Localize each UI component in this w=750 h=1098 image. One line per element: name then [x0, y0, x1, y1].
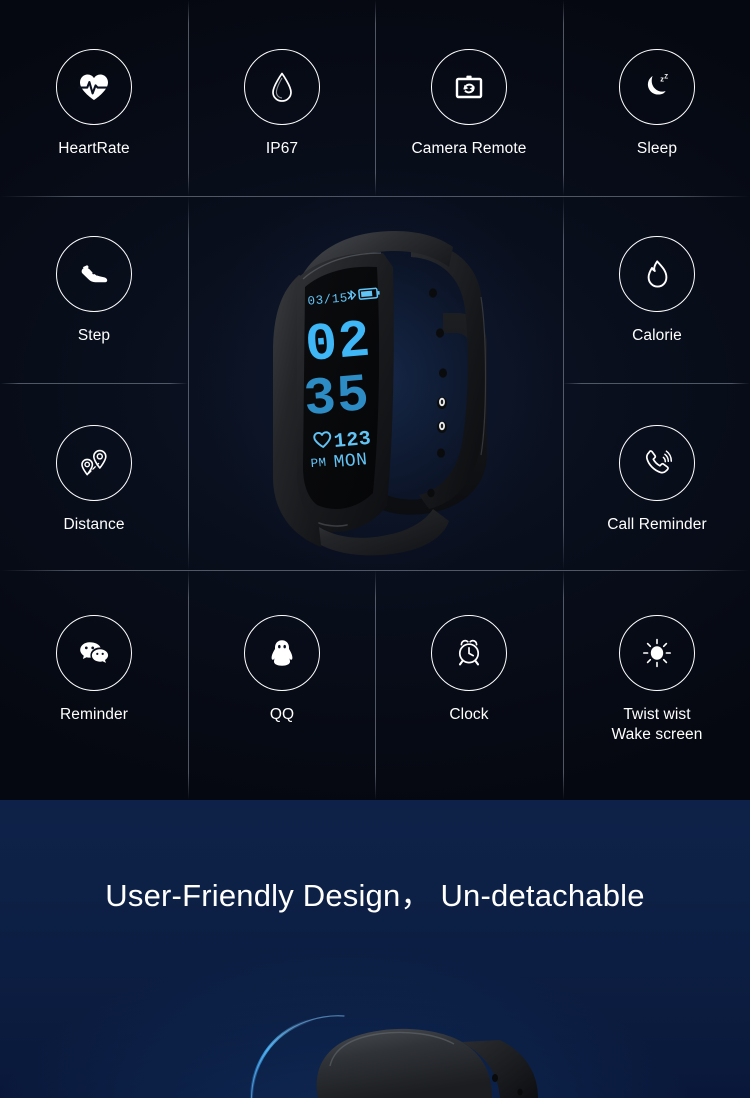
grid-divider-vertical	[188, 196, 189, 570]
feature-label: HeartRate	[58, 140, 130, 157]
fitness-band-product-image: 03/15 02 35 123 PM MON	[203, 185, 558, 585]
feature-label: Calorie	[632, 327, 682, 344]
qq-penguin-icon	[244, 615, 320, 691]
feature-label: QQ	[269, 706, 295, 723]
feature-item-sleep[interactable]: z Z Sleep	[563, 49, 750, 159]
feature-label: Twist wist Wake screen	[611, 706, 703, 743]
watch-meridiem: PM	[310, 456, 327, 471]
design-section: User-Friendly Design， Un-detachable	[0, 800, 750, 1098]
feature-label: Step	[77, 327, 111, 344]
feature-item-heart-rate[interactable]: HeartRate	[0, 49, 188, 159]
design-headline: User-Friendly Design， Un-detachable	[105, 878, 645, 913]
feature-label: Reminder	[60, 706, 128, 723]
features-grid-section: HeartRate IP67 Camera Remote z Z Sleep S…	[0, 0, 750, 800]
feature-label: IP67	[265, 140, 299, 157]
phone-ring-icon	[619, 425, 695, 501]
heart-rate-icon	[56, 49, 132, 125]
wechat-icon	[56, 615, 132, 691]
sleep-moon-icon: z Z	[619, 49, 695, 125]
feature-item-call-reminder[interactable]: Call Reminder	[563, 425, 750, 535]
feature-label: Clock	[449, 706, 489, 723]
map-pins-icon	[56, 425, 132, 501]
band-body	[316, 1028, 492, 1098]
feature-item-step[interactable]: Step	[0, 236, 188, 346]
flame-icon	[619, 236, 695, 312]
feature-label: Camera Remote	[411, 140, 527, 157]
feature-label: Distance	[63, 516, 125, 533]
product-page: HeartRate IP67 Camera Remote z Z Sleep S…	[0, 0, 750, 1098]
watch-weekday: MON	[333, 450, 369, 473]
feature-item-qq[interactable]: QQ	[188, 615, 376, 725]
feature-item-clock[interactable]: Clock	[375, 615, 563, 725]
sun-brightness-icon	[619, 615, 695, 691]
feature-item-calorie[interactable]: Calorie	[563, 236, 750, 346]
running-shoe-icon	[56, 236, 132, 312]
feature-item-reminder[interactable]: Reminder	[0, 615, 188, 725]
feature-label: Call Reminder	[607, 516, 707, 533]
grid-divider-horizontal	[0, 383, 188, 384]
svg-text:Z: Z	[664, 73, 668, 80]
feature-item-camera-remote[interactable]: Camera Remote	[375, 49, 563, 159]
alarm-clock-icon	[431, 615, 507, 691]
feature-item-twist-wrist[interactable]: Twist wist Wake screen	[563, 615, 750, 745]
watch-band-closeup-image	[0, 960, 750, 1098]
grid-divider-horizontal	[563, 383, 750, 384]
water-drop-icon	[244, 49, 320, 125]
camera-remote-icon	[431, 49, 507, 125]
feature-item-ip67[interactable]: IP67	[188, 49, 376, 159]
feature-label: Sleep	[636, 140, 678, 157]
watch-minutes: 35	[302, 365, 373, 430]
feature-item-distance[interactable]: Distance	[0, 425, 188, 535]
